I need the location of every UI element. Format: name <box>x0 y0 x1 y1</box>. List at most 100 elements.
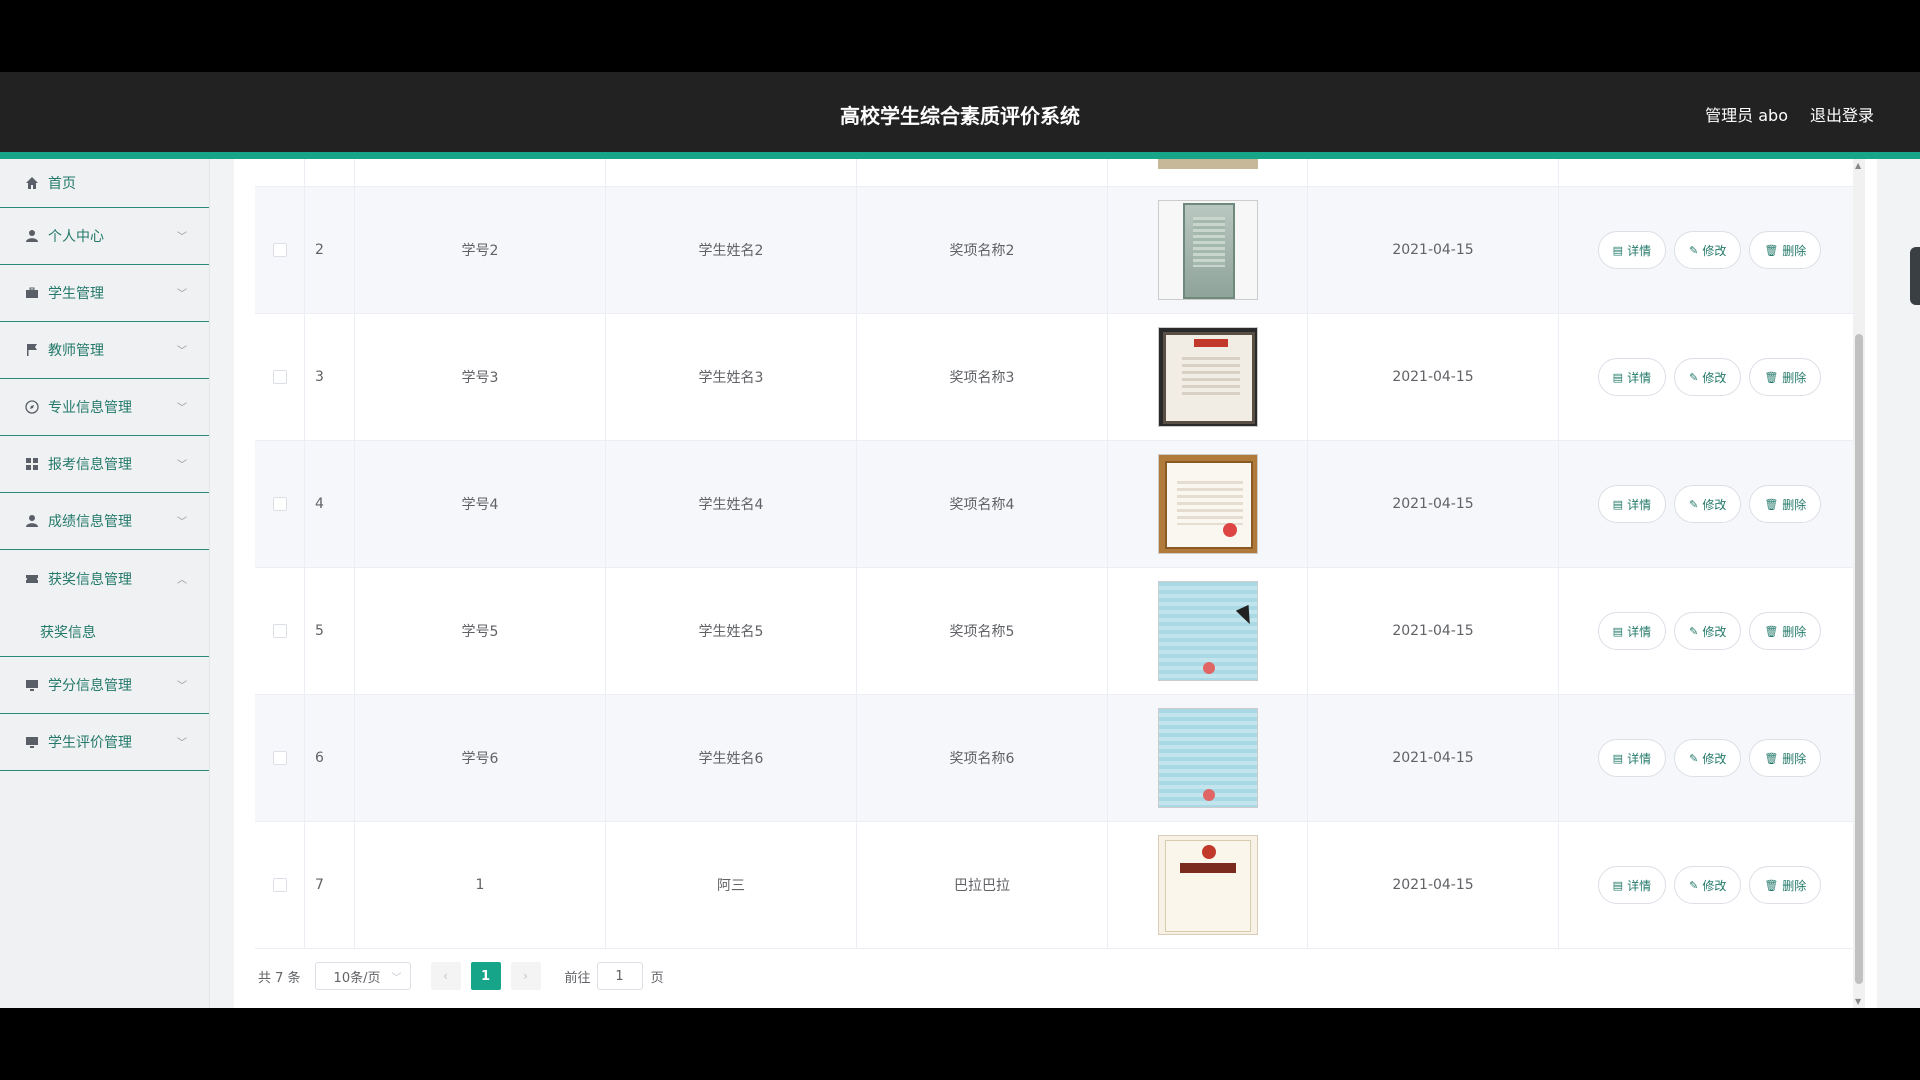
award-date: 2021-04-15 <box>1308 314 1559 440</box>
detail-button[interactable]: ▤ 详情 <box>1597 231 1667 269</box>
award-name: 奖项名称2 <box>857 187 1108 313</box>
sidebar-item-home[interactable]: 首页 <box>0 159 209 208</box>
certificate-image[interactable] <box>1157 708 1258 808</box>
pencil-icon: ✎ <box>1689 878 1699 892</box>
goto-suffix: 页 <box>650 970 664 986</box>
certificate-image[interactable] <box>1157 159 1258 169</box>
sidebar-item-label: 学生评价管理 <box>48 735 132 751</box>
chevron-down-icon: ﹀ <box>177 459 187 471</box>
edit-button[interactable]: ✎ 修改 <box>1674 739 1742 777</box>
document-icon: ▤ <box>1612 751 1624 765</box>
edit-button[interactable]: ✎ 修改 <box>1674 485 1742 523</box>
award-name: 奖项名称5 <box>857 568 1108 694</box>
edit-button[interactable]: ✎ 修改 <box>1674 612 1742 650</box>
award-name: 巴拉巴拉 <box>857 822 1108 948</box>
monitor-icon <box>24 734 40 750</box>
sidebar-item-credit-info[interactable]: 学分信息管理 ﹀ <box>0 657 209 714</box>
row-index: 7 <box>305 822 355 948</box>
pencil-icon: ✎ <box>1689 624 1699 638</box>
detail-button[interactable]: ▤ 详情 <box>1597 358 1667 396</box>
sidebar-item-label: 获奖信息管理 <box>48 571 132 588</box>
chevron-down-icon: ﹀ <box>177 516 187 528</box>
student-name: 学生姓名3 <box>606 314 857 440</box>
delete-button[interactable]: 🗑 删除 <box>1749 358 1822 396</box>
sidebar-item-award-info[interactable]: 获奖信息管理 ︿ <box>0 550 209 607</box>
document-icon: ▤ <box>1612 497 1624 511</box>
sidebar-item-personal-center[interactable]: 个人中心 ﹀ <box>0 208 209 265</box>
page-number[interactable]: 1 <box>470 962 501 990</box>
delete-button[interactable]: 🗑 删除 <box>1749 739 1822 777</box>
table-row: 3 学号3 学生姓名3 奖项名称3 2021-04-15 ▤ 详情 ✎ 修改 🗑 删除 <box>255 314 1860 441</box>
award-date: 2021-04-15 <box>1308 822 1559 948</box>
sidebar-item-label: 专业信息管理 <box>48 400 132 416</box>
award-date: 2021-04-15 <box>1308 695 1559 821</box>
document-icon: ▤ <box>1612 624 1624 638</box>
sidebar-item-student-management[interactable]: 学生管理 ﹀ <box>0 265 209 322</box>
award-name: 奖项名称4 <box>857 441 1108 567</box>
scroll-up-icon[interactable]: ▲ <box>1855 161 1861 170</box>
side-drawer-tab[interactable] <box>1910 247 1920 305</box>
student-no: 1 <box>355 822 606 948</box>
document-icon: ▤ <box>1612 243 1624 257</box>
user-icon <box>24 513 40 529</box>
pencil-icon: ✎ <box>1689 751 1699 765</box>
logout-button[interactable]: 退出登录 <box>1810 102 1874 126</box>
sidebar-item-teacher-management[interactable]: 教师管理 ﹀ <box>0 322 209 379</box>
pencil-icon: ✎ <box>1689 243 1699 257</box>
delete-button[interactable]: 🗑 删除 <box>1749 866 1822 904</box>
edit-button[interactable]: ✎ 修改 <box>1674 231 1742 269</box>
row-checkbox[interactable] <box>272 751 287 765</box>
delete-button[interactable]: 🗑 删除 <box>1749 231 1822 269</box>
detail-button[interactable]: ▤ 详情 <box>1597 739 1667 777</box>
sidebar-item-major-info[interactable]: 专业信息管理 ﹀ <box>0 379 209 436</box>
certificate-image[interactable] <box>1157 200 1258 300</box>
submenu-item-award[interactable]: 获奖信息 <box>0 607 209 657</box>
delete-button[interactable]: 🗑 删除 <box>1749 612 1822 650</box>
table-row: 7 1 阿三 巴拉巴拉 2021-04-15 ▤ 详情 ✎ 修改 🗑 删除 <box>255 822 1860 949</box>
goto-label: 前往 <box>564 970 591 986</box>
chevron-down-icon: ﹀ <box>177 231 187 243</box>
row-checkbox[interactable] <box>272 370 287 384</box>
chevron-down-icon: ﹀ <box>177 680 187 692</box>
goto-page-input[interactable] <box>596 962 643 990</box>
certificate-image[interactable] <box>1157 835 1258 935</box>
certificate-image[interactable] <box>1157 454 1258 554</box>
document-icon: ▤ <box>1612 878 1624 892</box>
compass-icon <box>24 399 40 415</box>
sidebar-item-score-info[interactable]: 成绩信息管理 ﹀ <box>0 493 209 550</box>
certificate-image[interactable] <box>1157 581 1258 681</box>
edit-button[interactable]: ✎ 修改 <box>1674 358 1742 396</box>
sidebar-item-application-info[interactable]: 报考信息管理 ﹀ <box>0 436 209 493</box>
scroll-down-icon[interactable]: ▼ <box>1855 997 1861 1006</box>
prev-page-button[interactable]: ‹ <box>430 962 461 990</box>
student-name: 学生姓名5 <box>606 568 857 694</box>
sidebar-item-evaluation[interactable]: 学生评价管理 ﹀ <box>0 714 209 771</box>
sidebar-item-label: 教师管理 <box>48 343 104 359</box>
award-date: 2021-04-15 <box>1308 187 1559 313</box>
row-checkbox[interactable] <box>272 878 287 892</box>
row-index: 3 <box>305 314 355 440</box>
row-checkbox[interactable] <box>272 243 287 257</box>
bottom-black-bar <box>0 1008 1920 1080</box>
detail-button[interactable]: ▤ 详情 <box>1597 866 1667 904</box>
edit-button[interactable]: ✎ 修改 <box>1674 866 1742 904</box>
row-checkbox[interactable] <box>272 624 287 638</box>
detail-button[interactable]: ▤ 详情 <box>1597 612 1667 650</box>
certificate-image[interactable] <box>1157 327 1258 427</box>
award-date: 2021-04-15 <box>1308 441 1559 567</box>
award-name: 奖项名称3 <box>857 314 1108 440</box>
row-index: 6 <box>305 695 355 821</box>
detail-button[interactable]: ▤ 详情 <box>1597 485 1667 523</box>
page-size-select[interactable]: 10条/页 ﹀ <box>314 962 411 990</box>
vertical-scrollbar[interactable]: ▲ ▼ <box>1853 159 1865 1008</box>
sidebar-item-label: 学分信息管理 <box>48 678 132 694</box>
sidebar-item-label: 学生管理 <box>48 286 104 302</box>
student-no: 学号2 <box>355 187 606 313</box>
next-page-button[interactable]: › <box>510 962 541 990</box>
user-icon <box>24 228 40 244</box>
delete-button[interactable]: 🗑 删除 <box>1749 485 1822 523</box>
student-name: 阿三 <box>606 822 857 948</box>
row-checkbox[interactable] <box>272 497 287 511</box>
scrollbar-thumb[interactable] <box>1855 334 1863 984</box>
flag-icon <box>24 342 40 358</box>
